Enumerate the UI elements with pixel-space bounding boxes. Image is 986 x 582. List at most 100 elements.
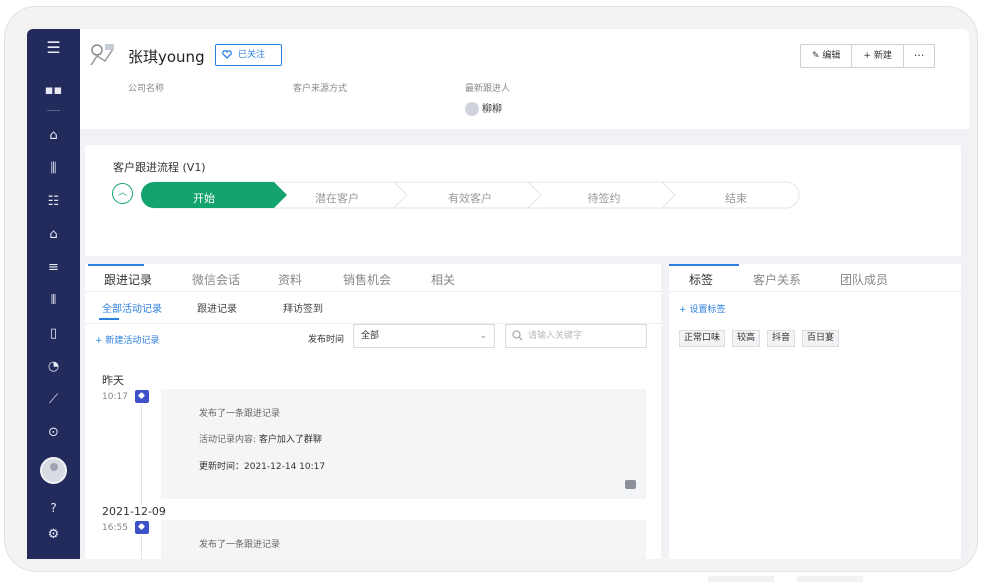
customer-header: 张琪young 已关注 公司名称 客户来源方式 最新跟进人 柳柳 ✎ 编辑 + … [80,29,969,129]
search-placeholder: 请输入关键字 [528,331,583,341]
record-tag-icon [135,390,149,403]
tab-related[interactable]: 相关 [431,271,455,288]
tags-panel: 标签 客户关系 团队成员 + 设置标签 正常口味 较高 抖音 百日宴 [669,264,961,559]
tab-customer-relations[interactable]: 客户关系 [753,271,801,288]
activity-panel: 跟进记录 微信会话 资料 销售机会 相关 全部活动记录 跟进记录 拜访签到 + … [85,264,661,559]
help-icon[interactable]: ? [27,499,80,517]
sidebar-divider [47,110,60,111]
tab-follow-records[interactable]: 跟进记录 [104,271,152,288]
timeline-date: 昨天 [102,374,124,387]
barcode-icon[interactable]: ⦀ [27,292,80,310]
activity-card[interactable]: 发布了一条跟进记录 [161,520,646,559]
tab-profile[interactable]: 资料 [278,271,302,288]
activity-subtabs: 全部活动记录 跟进记录 拜访签到 [85,292,661,324]
list-icon[interactable]: ≡ [27,259,80,277]
tab-underline [669,264,739,266]
timeline-date: 2021-12-09 [102,505,166,518]
pencil-icon: ✎ [812,51,823,61]
stage-end[interactable]: 结束 [686,190,786,206]
company-label: 公司名称 [128,84,165,94]
target-icon[interactable]: ⊙ [27,424,80,442]
edit-button[interactable]: ✎ 编辑 [801,45,853,67]
tag-item[interactable]: 较高 [732,330,761,347]
house-icon[interactable]: ⌂ [27,226,80,244]
settings-icon[interactable]: ⚙ [27,526,80,544]
contacts-icon[interactable]: ☷ [27,193,80,211]
line-chart-icon[interactable]: ⟋ [27,391,80,409]
device-frame: ☰ ▪▪ ⌂ ⫼ ☷ ⌂ ≡ ⦀ ▯ ◔ ⟋ ⊙ ? ⚙ 张琪young 已关注 [4,6,978,572]
more-button[interactable]: ··· [904,45,935,67]
activity-toolbar: + 新建活动记录 发布时间 全部 ⌄ 请输入关键字 [85,324,661,352]
timeline-line [141,405,142,505]
timeline-line [141,536,142,559]
source-label: 客户来源方式 [293,84,348,94]
keyword-search-input[interactable]: 请输入关键字 [505,324,647,348]
follow-process: 客户跟进流程 (V1) ︿ 开始 潜在客户 有效客户 待签约 结束 [85,145,961,256]
content-label: 活动记录内容: [199,435,257,445]
activity-card[interactable]: 发布了一条跟进记录 活动记录内容: 客户加入了群聊 更新时间：2021-12-1… [161,389,646,499]
set-tags-link[interactable]: + 设置标签 [679,302,725,315]
menu-icon[interactable]: ☰ [27,39,80,57]
main-content: 张琪young 已关注 公司名称 客户来源方式 最新跟进人 柳柳 ✎ 编辑 + … [80,29,969,559]
latest-follower: 柳柳 [465,100,502,116]
stage-potential[interactable]: 潜在客户 [287,190,387,206]
content-value: 客户加入了群聊 [258,435,322,445]
tab-sales-opportunity[interactable]: 销售机会 [343,271,391,288]
subtab-all-activities[interactable]: 全部活动记录 [102,300,162,315]
publish-time-label: 发布时间 [308,335,345,345]
document-icon[interactable]: ▯ [27,325,80,343]
customer-logo-icon [90,44,114,66]
new-button[interactable]: + 新建 [852,45,904,67]
plus-icon: + [863,51,874,61]
heart-icon [222,50,232,59]
timeline-time: 10:17 [102,392,128,402]
publish-time-select[interactable]: 全部 ⌄ [353,324,495,348]
tag-item[interactable]: 百日宴 [802,330,840,347]
activity-timeline: 昨天 10:17 发布了一条跟进记录 活动记录内容: 客户加入了群聊 更新时间：… [85,360,661,559]
subtab-underline [99,318,119,320]
collapse-toggle-icon[interactable]: ︿ [112,183,133,204]
customer-name: 张琪young [128,48,205,66]
new-label: 新建 [873,51,892,61]
tab-underline [88,264,144,266]
tag-list: 正常口味 较高 抖音 百日宴 [679,330,840,347]
home-icon[interactable]: ⌂ [27,127,80,145]
process-title: 客户跟进流程 (V1) [113,161,206,174]
activity-tabs: 跟进记录 微信会话 资料 销售机会 相关 [85,264,661,292]
pie-chart-icon[interactable]: ◔ [27,358,80,376]
header-actions: ✎ 编辑 + 新建 ··· [800,44,936,68]
footer-box [797,576,863,582]
footer-box [708,576,774,582]
stage-pending-sign[interactable]: 待签约 [554,190,654,206]
right-tabs: 标签 客户关系 团队成员 [669,264,961,292]
subtab-visit-checkin[interactable]: 拜访签到 [283,300,323,315]
activity-title: 发布了一条跟进记录 [199,540,281,550]
tab-tags[interactable]: 标签 [689,271,713,288]
publish-time-value: 全部 [361,331,380,341]
activity-title: 发布了一条跟进记录 [199,409,281,419]
search-icon [512,330,523,341]
app-screen: ☰ ▪▪ ⌂ ⫼ ☷ ⌂ ≡ ⦀ ▯ ◔ ⟋ ⊙ ? ⚙ 张琪young 已关注 [27,29,969,559]
latest-follower-name: 柳柳 [482,104,502,115]
building-icon[interactable]: ⫼ [27,160,80,178]
subtab-follow-records[interactable]: 跟进记录 [197,300,237,315]
activity-updated: 更新时间：2021-12-14 10:17 [199,462,326,472]
tab-wechat-chat[interactable]: 微信会话 [192,271,240,288]
latest-follower-label: 最新跟进人 [465,84,511,94]
dashboard-icon[interactable]: ▪▪ [27,82,80,100]
record-tag-icon [135,521,149,534]
tag-item[interactable]: 正常口味 [679,330,726,347]
follow-label: 已关注 [238,50,266,60]
add-activity-link[interactable]: + 新建活动记录 [95,333,159,346]
tab-team-members[interactable]: 团队成员 [840,271,888,288]
stage-start[interactable]: 开始 [154,190,254,206]
follower-avatar [465,102,479,116]
chevron-down-icon: ⌄ [479,331,487,341]
user-avatar[interactable] [40,457,67,484]
follow-button[interactable]: 已关注 [215,44,282,66]
sidebar: ☰ ▪▪ ⌂ ⫼ ☷ ⌂ ≡ ⦀ ▯ ◔ ⟋ ⊙ ? ⚙ [27,29,80,559]
comment-icon[interactable] [625,480,636,489]
stage-valid[interactable]: 有效客户 [420,190,520,206]
tag-item[interactable]: 抖音 [767,330,796,347]
activity-content: 活动记录内容: 客户加入了群聊 [199,432,322,445]
